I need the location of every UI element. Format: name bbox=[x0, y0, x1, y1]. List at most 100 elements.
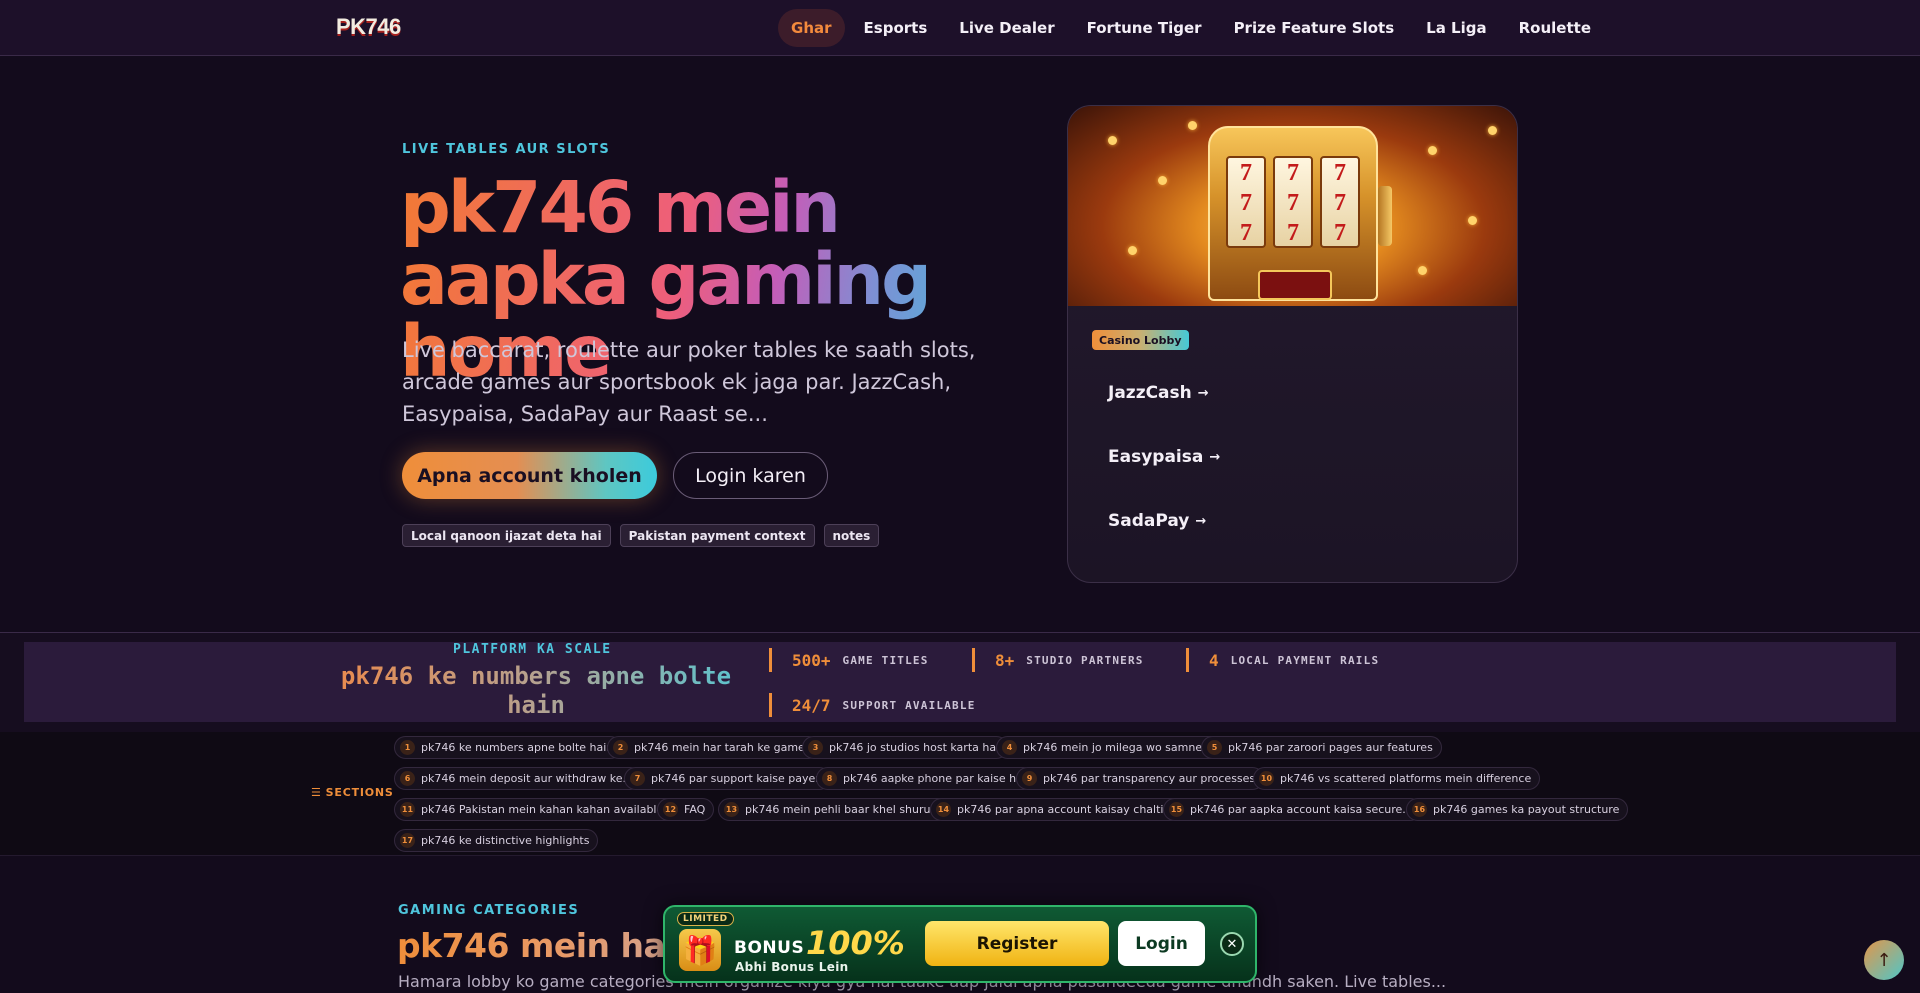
stat-value: 4 bbox=[1209, 650, 1219, 670]
promo-register-button[interactable]: Register bbox=[925, 921, 1109, 966]
chip-label: pk746 Pakistan mein kahan kahan availabl… bbox=[421, 803, 674, 816]
coin-decoration bbox=[1108, 136, 1117, 145]
promo-login-button[interactable]: Login bbox=[1118, 921, 1205, 966]
section-chip[interactable]: 2 pk746 mein har tarah ke games bbox=[607, 736, 820, 759]
coin-decoration bbox=[1158, 176, 1167, 185]
stat-value: 24/7 bbox=[792, 695, 831, 715]
bonus-word: BONUS bbox=[734, 938, 805, 958]
coin-decoration bbox=[1468, 216, 1477, 225]
nav-item-ghar[interactable]: Ghar bbox=[778, 9, 845, 47]
stat-label: LOCAL PAYMENT RAILS bbox=[1230, 653, 1380, 667]
chip-number: 9 bbox=[1022, 771, 1037, 786]
stats-eyebrow: PLATFORM KA SCALE bbox=[453, 642, 612, 657]
section-chip[interactable]: 17 pk746 ke distinctive highlights bbox=[394, 829, 599, 852]
back-to-top-icon[interactable]: ↑ bbox=[1864, 940, 1904, 980]
slot-machine-image: 777 777 777 bbox=[1068, 106, 1517, 306]
nav-item-la-liga[interactable]: La Liga bbox=[1413, 9, 1499, 47]
chip-label: pk746 vs scattered platforms mein differ… bbox=[1280, 772, 1532, 785]
chip-number: 5 bbox=[1207, 740, 1222, 755]
section-chip[interactable]: 7 pk746 par support kaise payen bbox=[624, 767, 832, 790]
section-chip[interactable]: 6 pk746 mein deposit aur withdraw ke... bbox=[394, 767, 642, 790]
hero-tags: Local qanoon ijazat deta hai Pakistan pa… bbox=[402, 524, 880, 547]
bonus-percentage: 100% bbox=[806, 924, 905, 962]
chip-number: 6 bbox=[400, 771, 415, 786]
nav-item-fortune-tiger[interactable]: Fortune Tiger bbox=[1074, 9, 1215, 47]
section-chip[interactable]: 5 pk746 par zaroori pages aur features bbox=[1201, 736, 1442, 759]
section-chip[interactable]: 9 pk746 par transparency aur processes bbox=[1016, 767, 1265, 790]
slot-reel: 777 bbox=[1320, 156, 1360, 248]
section-chip[interactable]: 14 pk746 par apna account kaisay chalti..… bbox=[930, 798, 1183, 821]
slot-reel: 777 bbox=[1226, 156, 1266, 248]
chip-label: pk746 mein jo milega wo samne... bbox=[1023, 741, 1213, 754]
slot-lever bbox=[1378, 186, 1392, 246]
arrow-right-icon: → bbox=[1195, 513, 1207, 529]
coin-decoration bbox=[1188, 121, 1197, 130]
casino-lobby-badge: Casino Lobby bbox=[1092, 330, 1189, 350]
chip-number: 1 bbox=[400, 740, 415, 755]
chip-label: pk746 jo studios host karta hai bbox=[829, 741, 1000, 754]
section-chip[interactable]: 1 pk746 ke numbers apne bolte hain bbox=[394, 736, 623, 759]
coin-decoration bbox=[1418, 266, 1427, 275]
section-chip[interactable]: 16 pk746 games ka payout structure bbox=[1406, 798, 1629, 821]
section-chip[interactable]: 4 pk746 mein jo milega wo samne... bbox=[996, 736, 1222, 759]
coin-decoration bbox=[1488, 126, 1497, 135]
payment-link-jazzcash[interactable]: JazzCash → bbox=[1108, 381, 1209, 405]
hero-eyebrow: LIVE TABLES AUR SLOTS bbox=[402, 142, 611, 157]
chip-number: 13 bbox=[724, 802, 739, 817]
nav-item-prize-feature-slots[interactable]: Prize Feature Slots bbox=[1221, 9, 1408, 47]
chip-number: 10 bbox=[1259, 771, 1274, 786]
section-chip[interactable]: 13 pk746 mein pehli baar khel shuru... bbox=[718, 798, 950, 821]
stat-value: 500+ bbox=[792, 650, 831, 670]
tag-local-law: Local qanoon ijazat deta hai bbox=[402, 524, 611, 547]
section-chip[interactable]: 12 FAQ bbox=[657, 798, 715, 821]
nav-item-esports[interactable]: Esports bbox=[851, 9, 941, 47]
chip-number: 15 bbox=[1169, 802, 1184, 817]
categories-eyebrow: GAMING CATEGORIES bbox=[398, 903, 580, 918]
gift-icon: 🎁 bbox=[679, 929, 721, 971]
sections-label-text: SECTIONS bbox=[325, 786, 394, 799]
section-chip[interactable]: 10 pk746 vs scattered platforms mein diff… bbox=[1253, 767, 1541, 790]
payment-label: SadaPay bbox=[1108, 511, 1190, 531]
slot-machine: 777 777 777 bbox=[1208, 126, 1378, 301]
section-chip[interactable]: 15 pk746 par aapka account kaisa secure..… bbox=[1163, 798, 1422, 821]
open-account-button[interactable]: Apna account kholen bbox=[402, 452, 657, 499]
list-icon: ☰ bbox=[311, 786, 322, 799]
section-chip[interactable]: 8 pk746 aapke phone par kaise hai bbox=[816, 767, 1035, 790]
login-button[interactable]: Login karen bbox=[673, 452, 828, 499]
payment-link-sadapay[interactable]: SadaPay → bbox=[1108, 509, 1206, 533]
limited-badge: LIMITED bbox=[677, 912, 734, 926]
chip-label: pk746 par support kaise payen bbox=[651, 772, 823, 785]
chip-number: 8 bbox=[822, 771, 837, 786]
platform-stats-section bbox=[0, 632, 1920, 732]
stat-studio-partners: 8+ STUDIO PARTNERS bbox=[972, 648, 1144, 672]
arrow-right-icon: → bbox=[1197, 385, 1209, 401]
chip-label: pk746 mein deposit aur withdraw ke... bbox=[421, 772, 633, 785]
chip-number: 7 bbox=[630, 771, 645, 786]
chip-label: pk746 par transparency aur processes bbox=[1043, 772, 1256, 785]
top-navbar: PK746 Ghar Esports Live Dealer Fortune T… bbox=[0, 0, 1920, 56]
chip-label: pk746 par apna account kaisay chalti... bbox=[957, 803, 1174, 816]
chip-number: 2 bbox=[613, 740, 628, 755]
nav-item-live-dealer[interactable]: Live Dealer bbox=[946, 9, 1067, 47]
casino-lobby-card: 777 777 777 Casino Lobby JazzCash → Easy… bbox=[1067, 105, 1518, 583]
stat-value: 8+ bbox=[995, 650, 1015, 670]
brand-logo[interactable]: PK746 bbox=[336, 14, 401, 40]
stat-game-titles: 500+ GAME TITLES bbox=[769, 648, 929, 672]
stat-payment-rails: 4 LOCAL PAYMENT RAILS bbox=[1186, 648, 1379, 672]
close-icon[interactable]: ✕ bbox=[1220, 932, 1244, 956]
tag-notes[interactable]: notes bbox=[823, 524, 880, 547]
chip-number: 11 bbox=[400, 802, 415, 817]
section-chip[interactable]: 3 pk746 jo studios host karta hai bbox=[802, 736, 1009, 759]
slot-reel: 777 bbox=[1273, 156, 1313, 248]
payment-link-easypaisa[interactable]: Easypaisa → bbox=[1108, 445, 1220, 469]
chip-label: pk746 mein pehli baar khel shuru... bbox=[745, 803, 941, 816]
section-chip[interactable]: 11 pk746 Pakistan mein kahan kahan availa… bbox=[394, 798, 683, 821]
main-nav: Ghar Esports Live Dealer Fortune Tiger P… bbox=[778, 9, 1604, 47]
chip-label: pk746 games ka payout structure bbox=[1433, 803, 1620, 816]
chip-label: pk746 par zaroori pages aur features bbox=[1228, 741, 1433, 754]
chip-number: 3 bbox=[808, 740, 823, 755]
chip-number: 12 bbox=[663, 802, 678, 817]
chip-label: pk746 ke numbers apne bolte hain bbox=[421, 741, 614, 754]
sections-label: ☰ SECTIONS bbox=[311, 786, 394, 799]
nav-item-roulette[interactable]: Roulette bbox=[1506, 9, 1604, 47]
